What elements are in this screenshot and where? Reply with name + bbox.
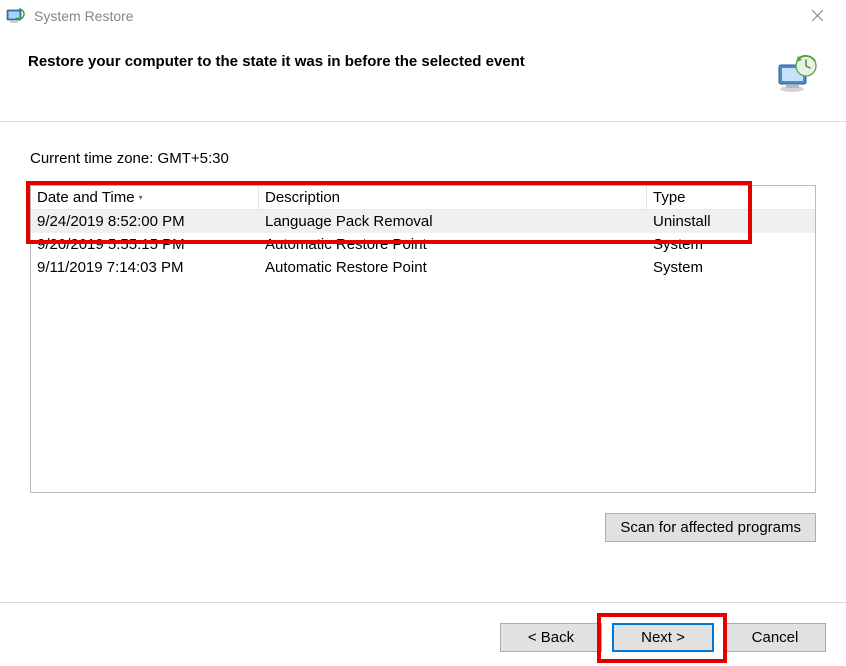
- cell-description: Automatic Restore Point: [259, 235, 647, 254]
- sort-indicator-icon: ▾: [139, 193, 143, 202]
- footer-divider: [0, 602, 846, 603]
- scan-affected-button[interactable]: Scan for affected programs: [605, 513, 816, 542]
- timezone-label: Current time zone: GMT+5:30: [30, 150, 816, 167]
- column-label: Date and Time: [37, 189, 135, 206]
- next-button[interactable]: Next >: [612, 623, 714, 652]
- system-restore-icon: [6, 7, 26, 25]
- table-row[interactable]: 9/11/2019 7:14:03 PMAutomatic Restore Po…: [31, 256, 815, 279]
- content-area: Current time zone: GMT+5:30 Date and Tim…: [0, 122, 846, 552]
- table-body: 9/24/2019 8:52:00 PMLanguage Pack Remova…: [31, 210, 815, 279]
- cell-type: System: [647, 235, 815, 254]
- cell-date: 9/11/2019 7:14:03 PM: [31, 258, 259, 277]
- column-header-date[interactable]: Date and Time ▾: [31, 186, 259, 209]
- table-row[interactable]: 9/20/2019 5:55:15 PMAutomatic Restore Po…: [31, 233, 815, 256]
- close-button[interactable]: [795, 1, 840, 30]
- column-header-type[interactable]: Type: [647, 186, 815, 209]
- page-heading: Restore your computer to the state it wa…: [28, 53, 756, 70]
- restore-points-list: Date and Time ▾ Description Type 9/24/20…: [30, 185, 816, 493]
- window-title: System Restore: [34, 8, 795, 24]
- cell-type: Uninstall: [647, 212, 815, 231]
- cell-type: System: [647, 258, 815, 277]
- column-label: Description: [265, 189, 340, 206]
- column-header-description[interactable]: Description: [259, 186, 647, 209]
- back-button[interactable]: < Back: [500, 623, 602, 652]
- wizard-buttons: < Back Next > Cancel: [500, 623, 826, 652]
- cell-description: Automatic Restore Point: [259, 258, 647, 277]
- cell-date: 9/24/2019 8:52:00 PM: [31, 212, 259, 231]
- cell-description: Language Pack Removal: [259, 212, 647, 231]
- cell-date: 9/20/2019 5:55:15 PM: [31, 235, 259, 254]
- table-row[interactable]: 9/24/2019 8:52:00 PMLanguage Pack Remova…: [31, 210, 815, 233]
- restore-large-icon: [776, 53, 818, 95]
- wizard-header: Restore your computer to the state it wa…: [0, 31, 846, 122]
- titlebar: System Restore: [0, 0, 846, 31]
- cancel-button[interactable]: Cancel: [724, 623, 826, 652]
- column-label: Type: [653, 189, 686, 206]
- table-header: Date and Time ▾ Description Type: [31, 186, 815, 210]
